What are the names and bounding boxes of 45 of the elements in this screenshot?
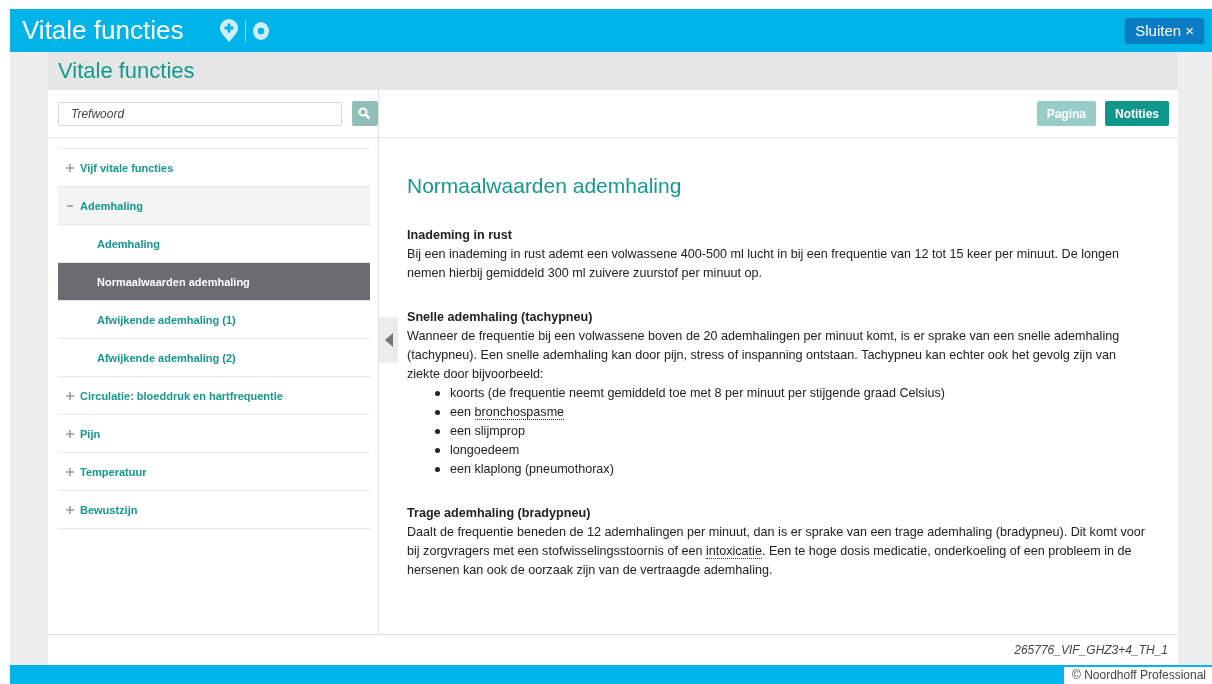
bullet-icon bbox=[435, 467, 440, 472]
search-button[interactable] bbox=[351, 101, 378, 126]
term-link[interactable]: bronchospasme bbox=[474, 405, 565, 420]
list-item: longoedeem bbox=[450, 442, 520, 459]
page-code: 265776_VIF_GHZ3+4_TH_1 bbox=[1014, 643, 1168, 657]
toolbar-button[interactable]: Notities bbox=[1105, 101, 1169, 126]
tree-item-label: Circulatie: bloeddruk en hartfrequentie bbox=[80, 389, 283, 402]
tree-item-label: Bewustzijn bbox=[80, 503, 138, 516]
collapse-sidebar-button[interactable] bbox=[379, 317, 398, 363]
bullet-icon bbox=[435, 391, 440, 396]
paragraph: Daalt de frequentie beneden de 12 ademhalingen per minuut, dan is er sprake van een trage ademhaling (bradypneu). Dit komt voor bij zorgvragers met een stofwisselingsstoornis of een intoxicatie. Een te hoge dosis medicatie, onderkoeling of een probleem in de hersenen kan ook de oorzaak zijn van de vertraagde ademhaling. bbox=[407, 524, 1146, 579]
plus-icon bbox=[66, 429, 74, 438]
tree-item-label: Vijf vitale functies bbox=[80, 161, 174, 174]
list-item: een slijmprop bbox=[450, 423, 525, 440]
section-heading: Trage ademhaling (bradypneu) bbox=[407, 505, 592, 522]
tree-item-label: Ademhaling bbox=[80, 199, 143, 212]
bullet-icon bbox=[435, 429, 440, 434]
add-pin-icon[interactable] bbox=[219, 18, 240, 43]
paragraph: Wanneer de frequentie bij een volwassene boven de 20 ademhalingen per minuut komt, is er sprake van een snelle ademhaling (tachypneu). Een snelle ademhaling kan door pijn, stress of inspanning ontstaan. Tachypneu kan echter ook het gevolg zijn van ziekte door bijvoorbeeld: bbox=[407, 328, 1121, 383]
tree-item-label: Pijn bbox=[80, 427, 101, 440]
app-title: Vitale functies bbox=[22, 15, 184, 46]
triangle-left-icon bbox=[384, 333, 393, 347]
page-title: Vitale functies bbox=[58, 58, 195, 84]
term-link[interactable]: intoxicatie bbox=[705, 544, 762, 559]
copyright: © Noordhoff Professional bbox=[1063, 667, 1212, 684]
bullet-icon bbox=[435, 410, 440, 415]
section-heading: Inademing in rust bbox=[407, 227, 513, 244]
tree-item[interactable]: Ademhaling bbox=[58, 186, 370, 224]
tree-item[interactable]: Normaalwaarden ademhaling bbox=[58, 262, 370, 300]
search-icon bbox=[358, 107, 372, 120]
plus-icon bbox=[66, 391, 74, 400]
article-title: Normaalwaarden ademhaling bbox=[407, 176, 683, 195]
plus-icon bbox=[66, 467, 74, 476]
bullet-icon bbox=[435, 448, 440, 453]
close-button[interactable]: Sluiten × bbox=[1125, 18, 1204, 43]
paragraph: Bij een inademing in rust ademt een volwassene 400-500 ml lucht in bij een frequentie van 12 tot 15 keer per minuut. De longen nemen hierbij gemiddeld 300 ml zuivere zuurstof per minuut op. bbox=[407, 246, 1120, 282]
tree-item-label: Temperatuur bbox=[80, 465, 147, 478]
plus-icon bbox=[66, 505, 74, 514]
plus-icon bbox=[66, 163, 74, 172]
target-icon[interactable] bbox=[252, 20, 271, 41]
search-field[interactable]: Trefwoord bbox=[58, 101, 342, 126]
list-item: koorts (de frequentie neemt gemiddeld toe met 8 per minuut per stijgende graad Celsius) bbox=[450, 385, 945, 402]
section-heading: Snelle ademhaling (tachypneu) bbox=[407, 309, 594, 326]
list-item: een bronchospasme bbox=[450, 404, 565, 422]
list-item: een klaplong (pneumothorax) bbox=[450, 461, 614, 478]
